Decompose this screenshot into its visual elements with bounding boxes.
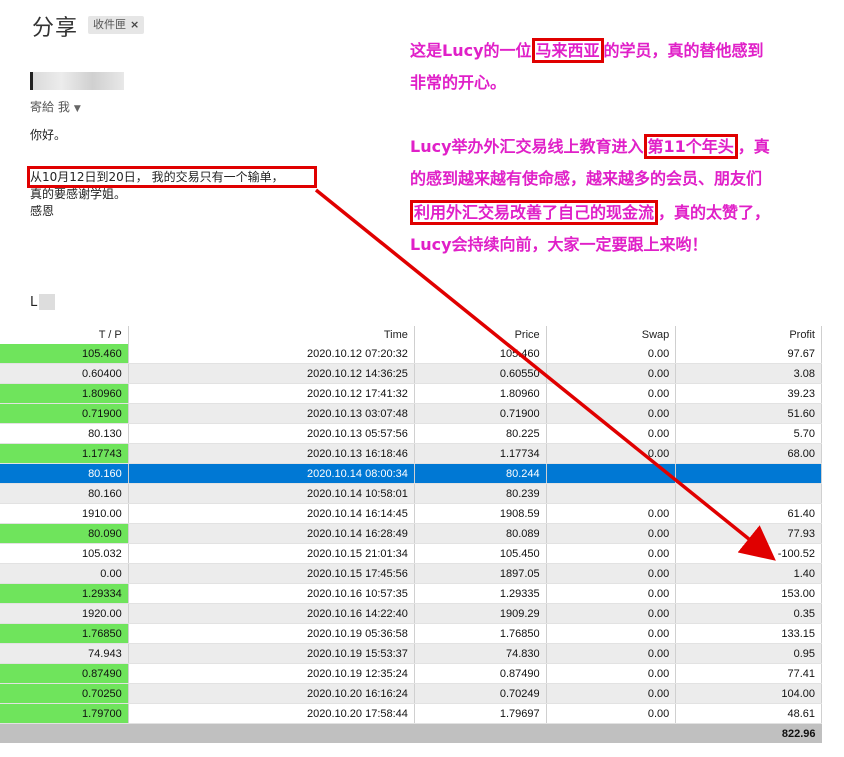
arrow-line xyxy=(314,188,776,561)
red-arrow-annotation xyxy=(314,188,776,561)
